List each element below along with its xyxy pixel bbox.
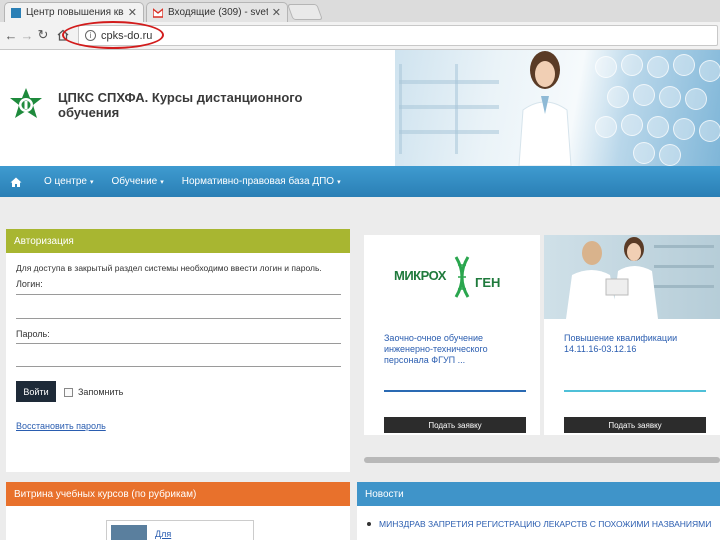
card-accent-bar bbox=[384, 390, 526, 392]
microgen-logo-text: МИКРОХ bbox=[394, 268, 446, 283]
site-favicon-icon bbox=[11, 7, 21, 18]
news-item[interactable]: МИНЗДРАВ ЗАПРЕТИЯ РЕГИСТРАЦИЮ ЛЕКАРСТВ С… bbox=[367, 519, 711, 529]
close-icon[interactable]: ✕ bbox=[272, 6, 281, 19]
remember-label: Запомнить bbox=[78, 387, 124, 397]
showcase-item-image bbox=[111, 525, 147, 540]
close-icon[interactable]: ✕ bbox=[128, 6, 137, 19]
pharmacist-illustration bbox=[518, 51, 572, 166]
course-showcase-panel: Витрина учебных курсов (по рубрикам) Для bbox=[6, 482, 350, 540]
restore-password-link[interactable]: Восстановить пароль bbox=[16, 421, 106, 431]
course-title[interactable]: Повышение квалификации 14.11.16-03.12.16 bbox=[564, 333, 714, 355]
site-title[interactable]: ЦПКС СПХФА. Курсы дистанционного обучени… bbox=[58, 90, 358, 120]
microgen-logo-text-2: ГЕН bbox=[475, 275, 501, 290]
new-tab-button[interactable] bbox=[287, 4, 323, 20]
microgen-logo bbox=[454, 256, 470, 298]
course-thumbnail-pharmacists bbox=[544, 235, 720, 319]
course-carousel: МИКРОХ ГЕН Заочно-очное обучение инженер… bbox=[357, 229, 720, 472]
nav-item-regulations[interactable]: Нормативно-правовая база ДПО ▾ bbox=[182, 176, 341, 187]
password-field[interactable] bbox=[16, 345, 341, 363]
reload-icon[interactable]: ↻ bbox=[34, 26, 52, 44]
auth-panel-header: Авторизация bbox=[6, 229, 350, 253]
address-bar[interactable]: i cpks-do.ru bbox=[78, 25, 718, 46]
medical-icons-grid bbox=[593, 50, 720, 166]
password-label: Пароль: bbox=[16, 329, 50, 339]
bullet-icon bbox=[367, 522, 371, 526]
login-field[interactable] bbox=[16, 289, 341, 307]
site-logo-icon[interactable] bbox=[8, 87, 44, 123]
password-field-underline bbox=[16, 343, 341, 344]
tab-title: Центр повышения квал bbox=[26, 7, 124, 18]
remember-me-checkbox[interactable]: Запомнить bbox=[64, 387, 123, 397]
browser-tab-active[interactable]: Центр повышения квал ✕ bbox=[4, 2, 144, 22]
course-thumbnail-microgen: МИКРОХ ГЕН bbox=[364, 235, 540, 319]
red-annotation-circle bbox=[62, 21, 164, 49]
showcase-panel-header: Витрина учебных курсов (по рубрикам) bbox=[6, 482, 350, 506]
nav-item-training[interactable]: Обучение ▾ bbox=[111, 176, 163, 187]
apply-button[interactable]: Подать заявку bbox=[384, 417, 526, 433]
chevron-down-icon: ▾ bbox=[89, 179, 94, 186]
chevron-down-icon: ▾ bbox=[160, 179, 164, 186]
auth-hint-text: Для доступа в закрытый раздел системы не… bbox=[16, 263, 322, 273]
apply-button[interactable]: Подать заявку bbox=[564, 417, 706, 433]
login-field-underline-2 bbox=[16, 318, 341, 319]
news-item-text[interactable]: МИНЗДРАВ ЗАПРЕТИЯ РЕГИСТРАЦИЮ ЛЕКАРСТВ С… bbox=[379, 519, 711, 529]
home-icon[interactable] bbox=[6, 175, 26, 189]
site-header: ЦПКС СПХФА. Курсы дистанционного обучени… bbox=[0, 50, 720, 166]
gmail-icon bbox=[153, 7, 163, 18]
tab-title: Входящие (309) - svetla bbox=[168, 7, 268, 18]
showcase-item-label[interactable]: Для bbox=[155, 529, 171, 539]
header-banner-image bbox=[395, 50, 720, 166]
login-field-underline bbox=[16, 294, 341, 295]
login-label: Логин: bbox=[16, 279, 43, 289]
checkbox-box[interactable] bbox=[64, 387, 73, 397]
course-card[interactable]: МИКРОХ ГЕН Заочно-очное обучение инженер… bbox=[364, 235, 540, 435]
news-panel: Новости МИНЗДРАВ ЗАПРЕТИЯ РЕГИСТРАЦИЮ ЛЕ… bbox=[357, 482, 720, 540]
auth-panel: Авторизация Для доступа в закрытый разде… bbox=[6, 229, 350, 472]
carousel-scrollbar[interactable] bbox=[364, 457, 720, 463]
card-accent-bar bbox=[564, 390, 706, 392]
browser-tab-gmail[interactable]: Входящие (309) - svetla ✕ bbox=[146, 2, 288, 22]
news-panel-header: Новости bbox=[357, 482, 720, 506]
course-card[interactable]: Повышение квалификации 14.11.16-03.12.16… bbox=[544, 235, 720, 435]
nav-item-about[interactable]: О центре ▾ bbox=[44, 176, 93, 187]
password-field-underline-2 bbox=[16, 366, 341, 367]
browser-tabstrip: Центр повышения квал ✕ Входящие (309) - … bbox=[0, 0, 720, 22]
course-title[interactable]: Заочно-очное обучение инженерно-техничес… bbox=[384, 333, 534, 366]
chevron-down-icon: ▾ bbox=[337, 179, 341, 186]
main-navigation: О центре ▾ Обучение ▾ Нормативно-правовая … bbox=[0, 166, 720, 197]
login-button[interactable]: Войти bbox=[16, 381, 56, 402]
showcase-item[interactable]: Для bbox=[106, 520, 254, 540]
